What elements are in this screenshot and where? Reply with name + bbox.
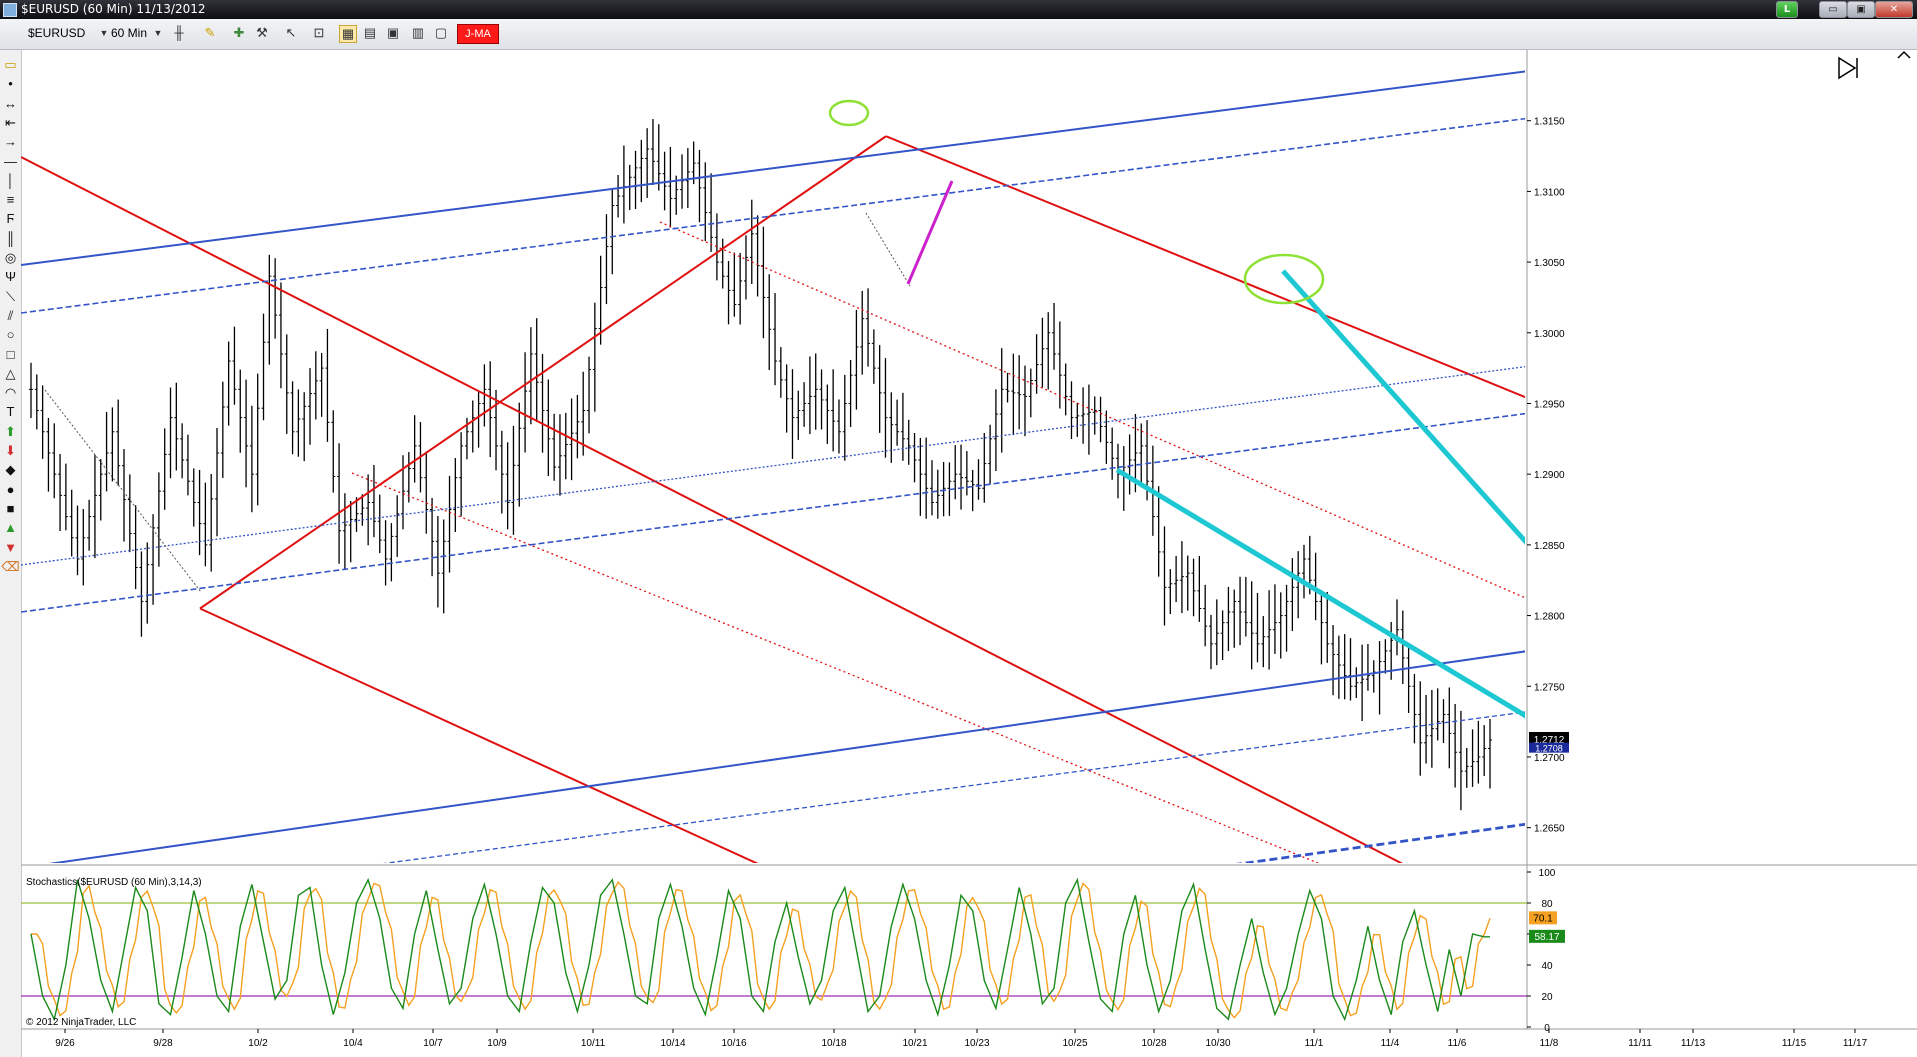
stoch-tick-label: 80 [1541, 899, 1553, 910]
price-tick-label: 1.2750 [1534, 682, 1565, 693]
time-tick-label: 10/2 [248, 1038, 268, 1049]
time-tick-label: 11/8 [1540, 1038, 1559, 1049]
channel-mid-dotted [21, 366, 1525, 566]
time-tick-label: 10/9 [487, 1038, 507, 1049]
highlight-circle [828, 99, 870, 127]
price-tick-label: 1.3100 [1534, 187, 1565, 198]
trendline-dotted [865, 212, 911, 287]
stoch-tick-label: 0 [1544, 1023, 1550, 1034]
price-tick-label: 1.2700 [1534, 753, 1565, 764]
highlight-circle [1674, 792, 1744, 846]
time-tick-label: 10/23 [964, 1038, 989, 1049]
time-tick-label: 10/4 [343, 1038, 363, 1049]
price-tick-label: 1.2650 [1534, 824, 1565, 835]
time-tick-label: 10/7 [423, 1038, 443, 1049]
channel-lower-line [48, 650, 1525, 863]
pitchfork-upper-ext [1530, 50, 1917, 180]
pitchfork-upper-line [885, 135, 1525, 399]
channel-lower-dashed [382, 711, 1525, 863]
stoch-k-line [30, 877, 1490, 1022]
pitchfork-handle [199, 135, 887, 610]
time-tick-label: 10/30 [1205, 1038, 1230, 1049]
price-chart: 1.3150 1.3100 1.3050 1.3000 1.2950 1.2900 1.28… [21, 50, 1917, 1049]
highlight-circle [1243, 253, 1325, 305]
price-tick-label: 1.3150 [1534, 117, 1565, 128]
stoch-tick-label: 100 [1539, 868, 1556, 879]
drawing-layer [21, 50, 1917, 863]
stoch-k-label: 58.17 [1534, 932, 1559, 943]
channel-mid-dashed [21, 412, 1525, 613]
channel-upper-dashed [21, 117, 1525, 314]
time-tick-label: 10/11 [581, 1038, 606, 1049]
price-tick-label: 1.2900 [1534, 470, 1565, 481]
time-tick-label: 10/25 [1062, 1038, 1087, 1049]
time-tick-label: 10/18 [821, 1038, 846, 1049]
scroll-end-icon [1838, 56, 1858, 80]
time-tick-label: 11/13 [1681, 1038, 1706, 1049]
time-tick-label: 11/17 [1843, 1038, 1868, 1049]
chart-axes [21, 50, 1917, 1033]
time-tick-label: 9/28 [153, 1038, 173, 1049]
stochastics-panel [21, 877, 1527, 1022]
stochastics-title: Stochastics($EURUSD (60 Min),3,14,3) [26, 877, 202, 888]
wedge-lower-line [1115, 467, 1525, 719]
time-tick-label: 11/15 [1782, 1038, 1807, 1049]
stoch-tick-label: 20 [1541, 992, 1553, 1003]
time-tick-label: 11/11 [1628, 1038, 1652, 1049]
price-tick-label: 1.3000 [1534, 329, 1565, 340]
axis-labels: 1.3150 1.3100 1.3050 1.3000 1.2950 1.2900 1.28… [55, 117, 1867, 1049]
time-tick-label: 10/21 [902, 1038, 927, 1049]
time-tick-label: 11/4 [1381, 1038, 1400, 1049]
channel-upper-line [21, 70, 1525, 266]
drawing-objects [21, 50, 1917, 863]
trendline-dotted [44, 389, 202, 593]
time-tick-label: 10/16 [721, 1038, 746, 1049]
price-tick-label: 1.2850 [1534, 541, 1565, 552]
time-tick-label: 11/6 [1448, 1038, 1467, 1049]
price-tick-label: 1.2800 [1534, 612, 1565, 623]
time-tick-label: 10/28 [1141, 1038, 1166, 1049]
time-tick-label: 11/1 [1305, 1038, 1324, 1049]
copyright-text: © 2012 NinjaTrader, LLC [26, 1017, 137, 1028]
price-tick-label: 1.2950 [1534, 399, 1565, 410]
time-tick-label: 9/26 [55, 1038, 75, 1049]
pitchfork-median-line [21, 156, 1404, 863]
scale-up-icon [1897, 50, 1911, 59]
magenta-trendline [906, 180, 954, 285]
price-tick-label: 1.3050 [1534, 258, 1565, 269]
stoch-d-label: 70.1 [1533, 913, 1553, 924]
time-tick-label: 10/14 [660, 1038, 685, 1049]
pitchfork-warning-line-lower [351, 472, 1320, 863]
wedge-upper-line [1281, 269, 1525, 545]
second-price-label: 1.2708 [1535, 744, 1563, 754]
stoch-tick-label: 40 [1541, 961, 1553, 972]
